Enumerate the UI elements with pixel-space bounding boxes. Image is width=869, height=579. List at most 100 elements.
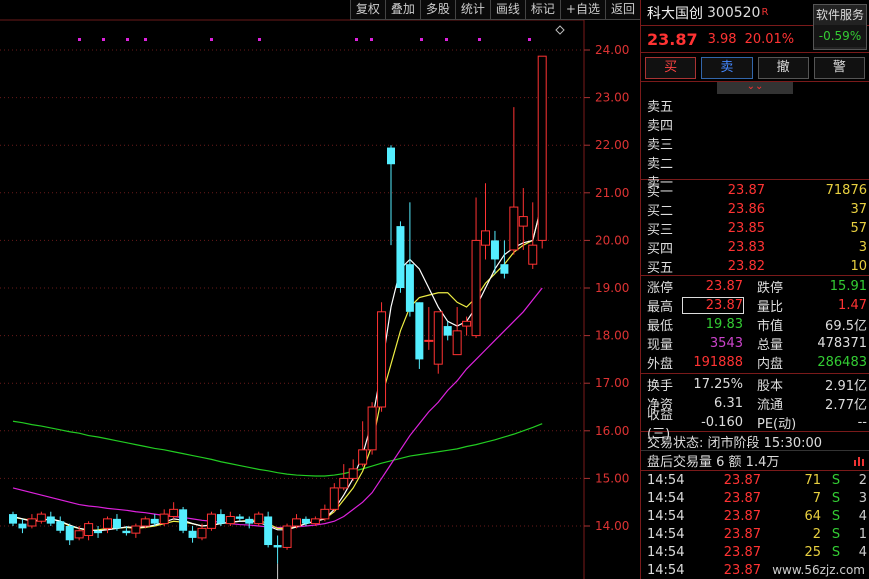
candle[interactable]	[282, 523, 292, 550]
candle[interactable]	[169, 502, 179, 519]
candle[interactable]	[348, 459, 358, 481]
candle[interactable]	[387, 145, 395, 246]
candle[interactable]	[206, 511, 216, 531]
candle[interactable]	[46, 511, 55, 526]
sell-level-row[interactable]: 卖二	[641, 153, 869, 172]
candle-body	[462, 320, 472, 327]
candle[interactable]	[216, 509, 225, 526]
candle[interactable]	[481, 183, 490, 260]
tick-volume: 25	[804, 544, 821, 560]
kline-chart-area[interactable]: 24.00 23.00 22.00 21.00 20.00 19.00 18.00 17.00…	[0, 0, 640, 579]
candle-body	[329, 487, 339, 510]
toolbar-button[interactable]: 统计	[454, 0, 490, 20]
candle[interactable]	[424, 307, 434, 350]
candle[interactable]	[188, 526, 197, 543]
ma-line-white	[12, 202, 543, 532]
industry-box[interactable]: 软件服务 -0.59%	[813, 4, 867, 50]
candle[interactable]	[537, 55, 547, 249]
diamond-icon[interactable]	[555, 25, 565, 35]
tick-price: 23.87	[723, 508, 761, 524]
toolbar-button[interactable]: 多股	[419, 0, 455, 20]
candle[interactable]	[36, 511, 46, 524]
candle[interactable]	[235, 514, 244, 522]
candle[interactable]	[245, 516, 254, 529]
trade-state: 交易状态: 闭市阶段 15:30:00	[641, 432, 869, 451]
candle[interactable]	[18, 518, 27, 534]
y-tick-label: 21.00	[595, 186, 629, 200]
buy-level-row[interactable]: 买二 23.86 37	[641, 200, 869, 219]
cancel-order-button[interactable]: 撤	[757, 57, 809, 79]
sell-level-row[interactable]: 卖五	[641, 96, 869, 115]
candle[interactable]	[433, 311, 443, 374]
sell-level-row[interactable]: 卖三	[641, 134, 869, 153]
level-label: 买一	[647, 185, 674, 200]
min-price-marker: 13.21	[277, 563, 279, 579]
level-label: 卖三	[647, 138, 674, 153]
tick-row: 14:54 23.87 71 S 2	[641, 471, 869, 489]
candle[interactable]	[415, 302, 424, 369]
candle[interactable]	[65, 523, 74, 546]
candle[interactable]	[329, 483, 339, 512]
candle[interactable]	[490, 230, 499, 274]
alert-button[interactable]: 警	[813, 57, 865, 79]
candle[interactable]	[112, 514, 121, 531]
candle-body	[206, 513, 216, 529]
toolbar-button[interactable]: 画线	[489, 0, 525, 20]
candle[interactable]	[94, 526, 103, 538]
candle[interactable]	[443, 321, 452, 341]
buy-button[interactable]: 买	[645, 57, 697, 79]
toolbar-button[interactable]: 复权	[349, 0, 385, 20]
candle[interactable]	[225, 511, 235, 526]
industry-label[interactable]: 软件服务	[814, 5, 866, 25]
buy-level-row[interactable]: 买一 23.87 71876	[641, 181, 869, 200]
toolbar-button[interactable]: 标记	[524, 0, 560, 20]
candle[interactable]	[9, 511, 17, 526]
candle-body	[18, 523, 27, 529]
candle[interactable]	[254, 511, 264, 526]
candle[interactable]	[56, 516, 65, 534]
level-label: 卖四	[647, 119, 674, 134]
candle[interactable]	[292, 514, 301, 529]
candle[interactable]	[131, 523, 141, 538]
candle-body	[84, 523, 94, 537]
level-label: 买三	[647, 223, 674, 238]
candle[interactable]	[367, 402, 377, 455]
candle-body	[273, 545, 282, 548]
toolbar-button[interactable]: 叠加	[384, 0, 420, 20]
sell-button[interactable]: 卖	[701, 57, 753, 79]
candle[interactable]	[339, 464, 349, 491]
stat-value: 2.91亿	[825, 379, 867, 394]
candle[interactable]	[471, 197, 481, 338]
toolbar-button[interactable]: +自选	[559, 0, 605, 20]
candle[interactable]	[462, 316, 472, 336]
buy-level-row[interactable]: 买四 23.83 3	[641, 238, 869, 257]
stat-label: 内盘	[757, 357, 784, 372]
candle[interactable]	[179, 506, 188, 534]
buy-level-row[interactable]: 买五 23.82 10	[641, 257, 869, 276]
candle[interactable]	[159, 509, 169, 526]
candle[interactable]	[84, 521, 94, 541]
sell-level-row[interactable]: 卖四	[641, 115, 869, 134]
candle[interactable]	[405, 202, 414, 317]
candle[interactable]	[396, 221, 405, 293]
tick-volume: 7	[812, 490, 821, 506]
candle[interactable]	[264, 511, 273, 548]
bar-chart-icon[interactable]	[853, 455, 865, 467]
candle[interactable]	[509, 107, 519, 255]
kline-chart[interactable]: 24.00 23.00 22.00 21.00 20.00 19.00 18.00 17.00…	[0, 0, 640, 579]
candle[interactable]	[452, 307, 462, 356]
chevrons-down-icon[interactable]: ⌄⌄	[717, 82, 793, 94]
toolbar-button[interactable]: 返回	[604, 0, 640, 20]
candle-body	[500, 264, 509, 274]
candle-body	[169, 508, 179, 517]
candle-body	[292, 518, 301, 527]
candle[interactable]	[273, 535, 282, 564]
event-dot	[528, 38, 531, 41]
candle[interactable]	[377, 302, 387, 412]
buy-level-row[interactable]: 买三 23.85 57	[641, 219, 869, 238]
tick-count: 4	[858, 544, 867, 560]
candle[interactable]	[320, 504, 330, 522]
candle[interactable]	[27, 514, 37, 529]
candle[interactable]	[528, 202, 538, 269]
chart-toolbar: 复权 叠加 多股 统计 画线 标记 +自选 返回	[349, 0, 640, 20]
